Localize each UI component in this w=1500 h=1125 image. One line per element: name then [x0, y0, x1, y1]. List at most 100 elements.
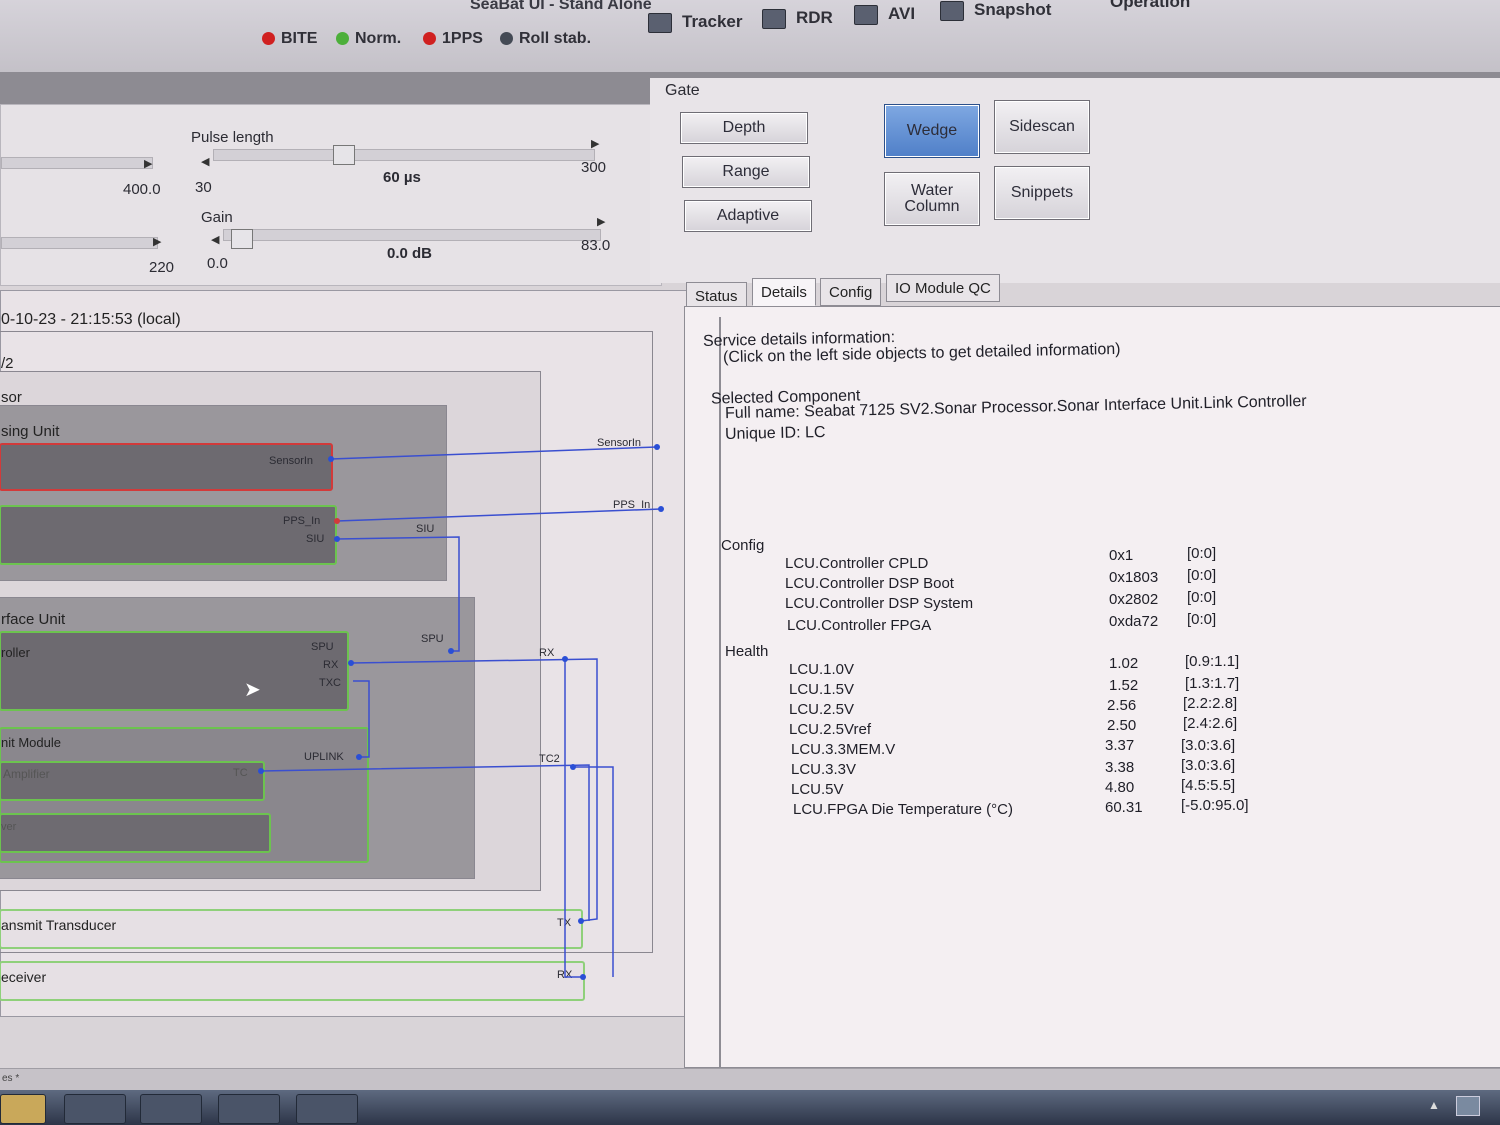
health-item-range: [4.5:5.5]	[1181, 777, 1236, 794]
gain-max-label: 83.0	[581, 237, 611, 254]
status-roll-label: Roll stab.	[519, 30, 592, 47]
range2-slider[interactable]	[1, 237, 158, 249]
details-panel: Service details information: (Click on t…	[684, 306, 1500, 1068]
tray-up-arrow-icon[interactable]: ▲	[1428, 1098, 1440, 1112]
health-item-value: 2.56	[1107, 697, 1137, 714]
water-column-button[interactable]: Water Column	[884, 172, 980, 226]
water-column-label-2: Column	[904, 198, 960, 215]
window-title: SeaBat UI - Stand Alone	[470, 0, 652, 13]
slider-right-arrow-icon[interactable]: ▶	[144, 157, 152, 170]
health-item-name: LCU.5V	[791, 781, 844, 798]
system-diagram: 0-10-23 - 21:15:53 (local) /2 sor sing U…	[0, 290, 692, 1017]
config-item-range: [0:0]	[1187, 545, 1217, 562]
gain-slider-thumb[interactable]	[231, 229, 253, 249]
operation-menu[interactable]: Operation	[1110, 0, 1190, 12]
status-norm: Norm.	[336, 30, 401, 48]
config-item-value: 0x1803	[1109, 569, 1159, 586]
depth-button[interactable]: Depth	[680, 112, 808, 144]
tab-io-module-qc[interactable]: IO Module QC	[886, 274, 1000, 302]
avi-label: AVI	[888, 4, 916, 23]
pulse-left-arrow-icon[interactable]: ◀	[201, 155, 209, 168]
health-item-name: LCU.FPGA Die Temperature (°C)	[793, 801, 1013, 818]
health-item-range: [2.2:2.8]	[1183, 695, 1238, 712]
config-item-range: [0:0]	[1187, 611, 1217, 628]
health-item-range: [1.3:1.7]	[1185, 675, 1240, 692]
config-item-range: [0:0]	[1187, 589, 1217, 606]
folder-icon[interactable]	[0, 1094, 46, 1124]
pulse-value: 60 µs	[383, 169, 421, 186]
rdr-label: RDR	[796, 8, 833, 27]
health-section-label: Health	[725, 643, 769, 660]
health-item-name: LCU.3.3V	[791, 761, 857, 778]
config-item-value: 0x1	[1109, 547, 1134, 564]
globe-icon[interactable]	[296, 1094, 358, 1124]
gate-panel: Gate Depth Range Adaptive Wedge Sidescan…	[650, 78, 1500, 283]
rdr-button[interactable]: RDR	[762, 8, 833, 29]
avi-button[interactable]: AVI	[854, 4, 915, 25]
pulse-min-label: 30	[195, 179, 212, 196]
config-item-value: 0xda72	[1109, 613, 1159, 630]
gain-value: 0.0 dB	[387, 245, 433, 262]
app-sphere-icon[interactable]	[64, 1094, 126, 1124]
tracker-button[interactable]: Tracker	[648, 12, 743, 33]
tab-config[interactable]: Config	[820, 278, 882, 306]
health-item-value: 3.38	[1105, 759, 1135, 776]
norm-led-icon	[336, 32, 349, 46]
pulse-right-arrow-icon[interactable]: ▶	[591, 137, 599, 150]
gain-slider[interactable]	[223, 229, 601, 241]
snapshot-icon	[940, 0, 964, 21]
health-item-range: [-5.0:95.0]	[1181, 797, 1249, 814]
sonar-controls-panel: ▶ 400.0 Pulse length ◀ ▶ 30 60 µs 300 ▶ …	[0, 104, 662, 286]
details-tabs: Status Details Config IO Module QC	[684, 270, 1500, 310]
range-max-label: 400.0	[123, 181, 161, 198]
horizontal-scrollbar[interactable]: es *	[0, 1068, 1500, 1091]
health-item-name: LCU.3.3MEM.V	[791, 741, 896, 758]
health-item-range: [2.4:2.6]	[1183, 715, 1238, 732]
pulse-slider-thumb[interactable]	[333, 145, 355, 165]
health-item-value: 1.02	[1109, 655, 1139, 672]
health-item-name: LCU.1.5V	[789, 681, 855, 698]
health-item-range: [3.0:3.6]	[1181, 757, 1236, 774]
slider2-right-arrow-icon[interactable]: ▶	[153, 235, 161, 248]
config-item-name: LCU.Controller FPGA	[787, 617, 932, 634]
water-column-label-1: Water	[910, 182, 954, 199]
top-status-bar: SeaBat UI - Stand Alone BITE Norm. 1PPS …	[0, 0, 1500, 73]
health-item-value: 2.50	[1107, 717, 1137, 734]
window-icon[interactable]	[218, 1094, 280, 1124]
taskbar: ▲	[0, 1090, 1500, 1125]
sidescan-button[interactable]: Sidescan	[994, 100, 1090, 154]
wedge-button[interactable]: Wedge	[884, 104, 980, 158]
range-button[interactable]: Range	[682, 156, 810, 188]
health-item-value: 1.52	[1109, 677, 1139, 694]
pps-led-icon	[423, 32, 436, 46]
network-icon[interactable]	[140, 1094, 202, 1124]
adaptive-button[interactable]: Adaptive	[684, 200, 812, 232]
gain-right-arrow-icon[interactable]: ▶	[597, 215, 605, 228]
component-unique-id: Unique ID: LC	[724, 423, 826, 444]
health-item-name: LCU.2.5Vref	[789, 721, 871, 738]
snapshot-button[interactable]: Snapshot	[940, 0, 1051, 21]
health-item-name: LCU.1.0V	[789, 661, 855, 678]
config-item-name: LCU.Controller DSP System	[785, 595, 974, 612]
avi-icon	[854, 4, 878, 25]
tracker-label: Tracker	[682, 12, 743, 31]
health-item-name: LCU.2.5V	[789, 701, 855, 718]
diagram-connections	[258, 444, 664, 980]
status-bite-label: BITE	[281, 30, 318, 47]
range-slider[interactable]	[1, 157, 153, 169]
snippets-button[interactable]: Snippets	[994, 166, 1090, 220]
gain-min-label: 0.0	[207, 255, 228, 272]
pulse-length-slider[interactable]	[213, 149, 595, 161]
gain-left-arrow-icon[interactable]: ◀	[211, 233, 219, 246]
gate-label: Gate	[665, 82, 700, 99]
health-item-range: [3.0:3.6]	[1181, 737, 1236, 754]
config-item-range: [0:0]	[1187, 567, 1217, 584]
tray-network-icon[interactable]	[1456, 1096, 1480, 1116]
health-item-value: 4.80	[1105, 779, 1135, 796]
config-item-name: LCU.Controller DSP Boot	[785, 575, 954, 592]
tab-details[interactable]: Details	[752, 278, 816, 306]
health-item-range: [0.9:1.1]	[1185, 653, 1240, 670]
status-norm-label: Norm.	[355, 30, 402, 47]
status-1pps-label: 1PPS	[442, 30, 483, 47]
roll-led-icon	[500, 32, 513, 46]
